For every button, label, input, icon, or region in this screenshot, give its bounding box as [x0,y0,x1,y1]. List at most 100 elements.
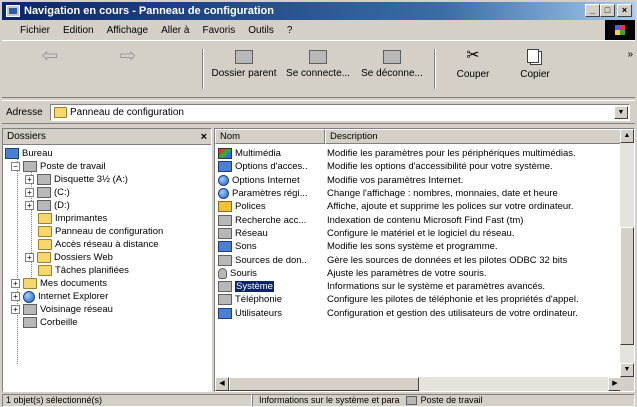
tree-item-panneau-de-configuration[interactable]: Panneau de configuration [38,225,163,238]
multimedia-icon [218,148,232,160]
tree-item-dossiers-web[interactable]: + Dossiers Web [25,251,113,264]
expand-toggle[interactable]: + [11,279,20,288]
address-label: Adresse [6,106,43,118]
explorer-window: Navigation en cours - Panneau de configu… [0,0,637,407]
column-header-description[interactable]: Description [325,129,622,144]
toolbar: ⇦ ⇨ Dossier parent Se connecte... Se déc… [2,40,635,98]
address-dropdown-button[interactable]: ▼ [614,106,628,119]
list-item[interactable]: Options Internet Modifie vos paramètres … [215,174,463,187]
tree-item-disquette[interactable]: + Disquette 3½ (A:) [25,173,128,186]
list-item[interactable]: Réseau Configure le matériel et le logic… [215,227,514,240]
web-folder-icon [37,252,51,263]
back-arrow-icon: ⇦ [41,45,59,67]
scroll-down-button[interactable]: ▼ [620,363,634,377]
recycle-bin-icon [23,317,37,328]
system-icon [218,281,232,293]
fonts-icon [218,201,232,213]
tree-item-acces-reseau[interactable]: Accès réseau à distance [38,238,159,251]
tree-item-drive-c[interactable]: + (C:) [25,186,70,199]
tree-item-imprimantes[interactable]: Imprimantes [38,212,107,225]
connect-button-label: Se connecte... [286,68,350,79]
menu-affichage[interactable]: Affichage [107,25,149,36]
collapse-toggle[interactable]: − [11,162,20,171]
list-item[interactable]: Téléphonie Configure les pilotes de télé… [215,293,579,306]
folders-close-button[interactable]: × [201,131,207,143]
documents-folder-icon [23,278,37,289]
list-item[interactable]: Multimédia Modifie les paramètres pour l… [215,147,576,160]
tree-item-bureau[interactable]: Bureau [5,147,53,160]
back-button[interactable]: ⇦ [24,45,76,69]
folders-pane: Dossiers × Bureau − Poste de travail + D… [2,128,212,392]
odbc-icon [218,254,232,266]
scissors-icon: ✂ [466,47,480,64]
tree-item-corbeille[interactable]: Corbeille [23,316,78,329]
list-item[interactable]: Utilisateurs Configuration et gestion de… [215,307,578,320]
tree-item-voisinage-reseau[interactable]: + Voisinage réseau [11,303,113,316]
maximize-button[interactable]: □ [600,4,615,17]
expand-toggle[interactable]: + [11,292,20,301]
control-panel-folder-icon [38,226,52,237]
tree-item-taches-planifiees[interactable]: Tâches planifiées [38,264,129,277]
cut-button-label: Couper [456,69,490,80]
drive-icon [37,187,51,198]
list-item[interactable]: Polices Affiche, ajoute et supprime les … [215,200,573,213]
disconnect-button[interactable]: Se déconne... [357,47,427,79]
column-header-name[interactable]: Nom [215,129,325,144]
folders-title: Dossiers [7,131,46,142]
address-field[interactable]: Panneau de configuration ▼ [50,104,630,121]
cut-button[interactable]: ✂ Couper [448,47,498,80]
list-item[interactable]: Options d'acces... Modifie les options d… [215,160,553,173]
title-bar[interactable]: Navigation en cours - Panneau de configu… [2,2,635,20]
menu-edition[interactable]: Edition [63,25,94,36]
tree-item-poste-de-travail[interactable]: − Poste de travail [11,160,105,173]
menu-favoris[interactable]: Favoris [202,25,235,36]
copy-button-label: Copier [520,69,550,80]
list-item-selected[interactable]: Système Informations sur le système et p… [215,280,545,293]
copy-button[interactable]: Copier [510,47,560,80]
expand-toggle[interactable]: + [25,201,34,210]
control-panel-icon [6,5,20,17]
ie-icon [23,290,35,303]
connect-button[interactable]: Se connecte... [284,47,352,79]
vertical-scrollbar[interactable]: ▲ ▼ [620,129,634,377]
network-icon [218,227,232,239]
list-item[interactable]: Souris Ajuste les paramètres de votre so… [215,267,486,280]
minimize-button[interactable]: _ [585,4,600,17]
list-item[interactable]: Paramètres régi... Change l'affichage : … [215,187,558,200]
tree-item-drive-d[interactable]: + (D:) [25,199,70,212]
expand-toggle[interactable]: + [11,305,20,314]
telephony-icon [218,294,232,306]
expand-toggle[interactable]: + [25,253,34,262]
forward-arrow-icon: ⇨ [119,45,137,67]
horizontal-scroll-thumb[interactable] [229,377,419,391]
expand-toggle[interactable]: + [25,175,34,184]
up-button-label: Dossier parent [211,68,277,79]
internet-options-icon [218,174,229,186]
disconnect-button-label: Se déconne... [361,68,423,79]
window-controls: _ □ × [585,4,632,17]
vertical-scroll-thumb[interactable] [620,227,634,345]
list-item[interactable]: Sources de don... Gère les sources de do… [215,253,567,266]
tree-item-internet-explorer[interactable]: + Internet Explorer [11,290,108,303]
scroll-left-button[interactable]: ◀ [215,377,229,391]
disconnect-drive-icon [383,50,401,64]
tree-item-mes-documents[interactable]: + Mes documents [11,277,107,290]
expand-toggle[interactable]: + [25,188,34,197]
menu-outils[interactable]: Outils [248,25,274,36]
network-icon [23,304,37,315]
list-item[interactable]: Recherche acc... Indexation de contenu M… [215,214,523,227]
menu-aller-a[interactable]: Aller à [161,25,189,36]
window-title: Navigation en cours - Panneau de configu… [24,5,274,17]
menu-help[interactable]: ? [287,25,293,36]
status-selection: 1 objet(s) sélectionné(s) [2,394,252,407]
horizontal-scrollbar[interactable]: ◀ ▶ [215,377,622,391]
scroll-up-button[interactable]: ▲ [620,129,634,143]
toolbar-more-button[interactable]: » [627,49,633,60]
list-item[interactable]: Sons Modifie les sons système et program… [215,240,498,253]
control-panel-folder-icon [54,107,67,118]
status-zone: Poste de travail [420,395,483,405]
up-button[interactable]: Dossier parent [208,47,280,79]
close-button[interactable]: × [617,4,632,17]
menu-fichier[interactable]: Fichier [20,25,50,36]
forward-button[interactable]: ⇨ [102,45,154,69]
